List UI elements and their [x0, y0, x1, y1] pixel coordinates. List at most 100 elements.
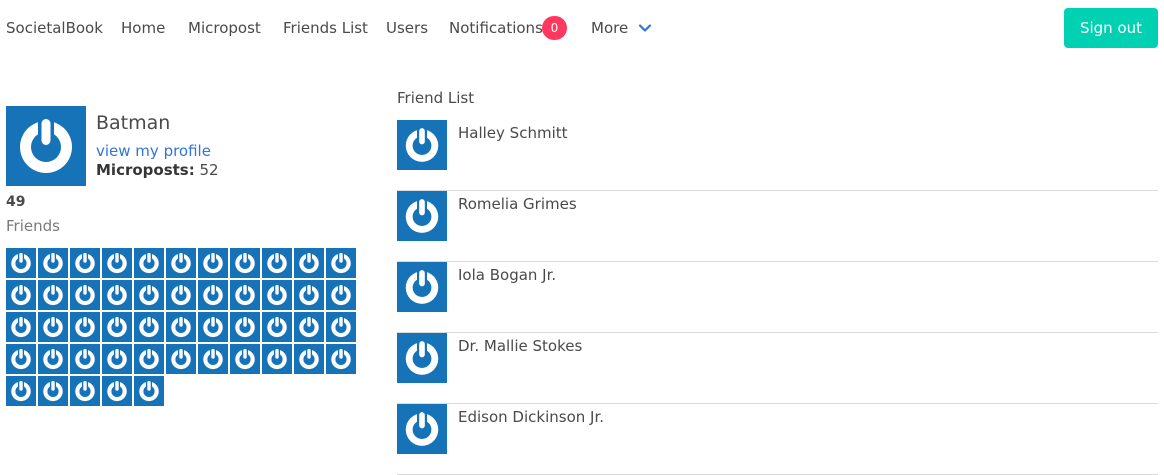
gravatar-power-icon	[198, 248, 228, 278]
gravatar-power-icon	[6, 344, 36, 374]
friend-avatar[interactable]	[70, 280, 100, 310]
friend-avatar[interactable]	[70, 376, 100, 406]
friend-avatar[interactable]	[102, 248, 132, 278]
gravatar-power-icon	[294, 280, 324, 310]
friend-avatar[interactable]	[198, 344, 228, 374]
friend-avatar[interactable]	[102, 376, 132, 406]
friend-avatar[interactable]	[397, 262, 447, 312]
gravatar-power-icon	[198, 280, 228, 310]
gravatar-power-icon	[262, 280, 292, 310]
brand-link[interactable]: SocietalBook	[6, 18, 103, 38]
nav-micropost[interactable]: Micropost	[188, 18, 261, 38]
gravatar-power-icon	[102, 312, 132, 342]
gravatar-power-icon	[166, 344, 196, 374]
friend-avatar[interactable]	[6, 312, 36, 342]
friend-avatar[interactable]	[70, 344, 100, 374]
friend-avatar[interactable]	[294, 248, 324, 278]
friend-avatar[interactable]	[102, 344, 132, 374]
gravatar-power-icon	[38, 248, 68, 278]
gravatar-power-icon	[397, 262, 447, 312]
gravatar-power-icon	[166, 312, 196, 342]
friend-list-item[interactable]: Dr. Mallie Stokes	[397, 333, 1158, 404]
friend-avatar[interactable]	[134, 376, 164, 406]
friend-list-item[interactable]: Edison Dickinson Jr.	[397, 404, 1158, 475]
friend-list-title: Friend List	[397, 89, 475, 107]
friend-avatar[interactable]	[262, 312, 292, 342]
friend-avatar[interactable]	[134, 280, 164, 310]
friend-avatar[interactable]	[166, 312, 196, 342]
friend-avatar[interactable]	[38, 344, 68, 374]
gravatar-power-icon	[70, 344, 100, 374]
friend-list-item[interactable]: Romelia Grimes	[397, 191, 1158, 262]
friend-avatar[interactable]	[166, 280, 196, 310]
view-profile-link[interactable]: view my profile	[96, 141, 211, 161]
friend-name[interactable]: Edison Dickinson Jr.	[458, 407, 604, 427]
friend-name[interactable]: Dr. Mallie Stokes	[458, 336, 582, 356]
friend-avatar[interactable]	[397, 333, 447, 383]
gravatar-power-icon	[6, 280, 36, 310]
gravatar-power-icon	[134, 248, 164, 278]
friend-avatar[interactable]	[397, 404, 447, 454]
gravatar-power-icon	[70, 248, 100, 278]
gravatar-power-icon	[262, 312, 292, 342]
friend-list-item[interactable]: Iola Bogan Jr.	[397, 262, 1158, 333]
friend-avatar[interactable]	[198, 248, 228, 278]
nav-users[interactable]: Users	[386, 18, 428, 38]
friend-name[interactable]: Romelia Grimes	[458, 194, 577, 214]
gravatar-power-icon	[198, 344, 228, 374]
friend-avatar[interactable]	[102, 312, 132, 342]
friend-avatar[interactable]	[326, 344, 356, 374]
friend-avatar[interactable]	[38, 312, 68, 342]
friend-name[interactable]: Iola Bogan Jr.	[458, 265, 556, 285]
nav-more[interactable]: More	[591, 18, 628, 38]
nav-home[interactable]: Home	[121, 18, 165, 38]
friend-name[interactable]: Halley Schmitt	[458, 123, 568, 143]
friend-avatar[interactable]	[134, 344, 164, 374]
friend-avatar[interactable]	[397, 191, 447, 241]
gravatar-power-icon	[102, 344, 132, 374]
notifications-badge: 0	[542, 16, 567, 40]
friend-avatar[interactable]	[134, 248, 164, 278]
friend-avatar[interactable]	[70, 312, 100, 342]
nav-notifications[interactable]: Notifications	[449, 18, 543, 38]
friend-avatar[interactable]	[294, 280, 324, 310]
friend-avatar[interactable]	[294, 344, 324, 374]
friend-avatar[interactable]	[198, 280, 228, 310]
friend-avatar[interactable]	[6, 280, 36, 310]
friend-avatar[interactable]	[326, 248, 356, 278]
friend-avatar[interactable]	[294, 312, 324, 342]
friend-avatar[interactable]	[6, 344, 36, 374]
friend-avatar[interactable]	[326, 280, 356, 310]
gravatar-power-icon	[230, 312, 260, 342]
friend-avatar[interactable]	[70, 248, 100, 278]
friend-avatar[interactable]	[102, 280, 132, 310]
friend-avatar[interactable]	[230, 248, 260, 278]
friend-avatar[interactable]	[6, 248, 36, 278]
gravatar-power-icon	[326, 280, 356, 310]
chevron-down-icon[interactable]	[637, 20, 653, 36]
friend-avatar[interactable]	[134, 312, 164, 342]
friend-avatar[interactable]	[262, 344, 292, 374]
friend-avatar[interactable]	[38, 376, 68, 406]
friend-avatar[interactable]	[38, 280, 68, 310]
friend-avatar[interactable]	[262, 248, 292, 278]
sign-out-button[interactable]: Sign out	[1064, 8, 1158, 48]
friend-avatar[interactable]	[166, 248, 196, 278]
friend-avatar[interactable]	[6, 376, 36, 406]
friend-avatar[interactable]	[262, 280, 292, 310]
friend-avatar[interactable]	[230, 280, 260, 310]
gravatar-power-icon	[294, 248, 324, 278]
gravatar-power-icon	[230, 344, 260, 374]
gravatar-power-icon	[38, 376, 68, 406]
friend-avatar[interactable]	[230, 344, 260, 374]
friend-avatar[interactable]	[230, 312, 260, 342]
gravatar-power-icon	[326, 248, 356, 278]
friend-avatar[interactable]	[326, 312, 356, 342]
friend-avatar[interactable]	[166, 344, 196, 374]
nav-friends-list[interactable]: Friends List	[283, 18, 368, 38]
friend-avatar[interactable]	[38, 248, 68, 278]
friend-avatar[interactable]	[397, 120, 447, 170]
profile-avatar[interactable]	[6, 106, 86, 186]
friend-list-item[interactable]: Halley Schmitt	[397, 120, 1158, 191]
friend-avatar[interactable]	[198, 312, 228, 342]
